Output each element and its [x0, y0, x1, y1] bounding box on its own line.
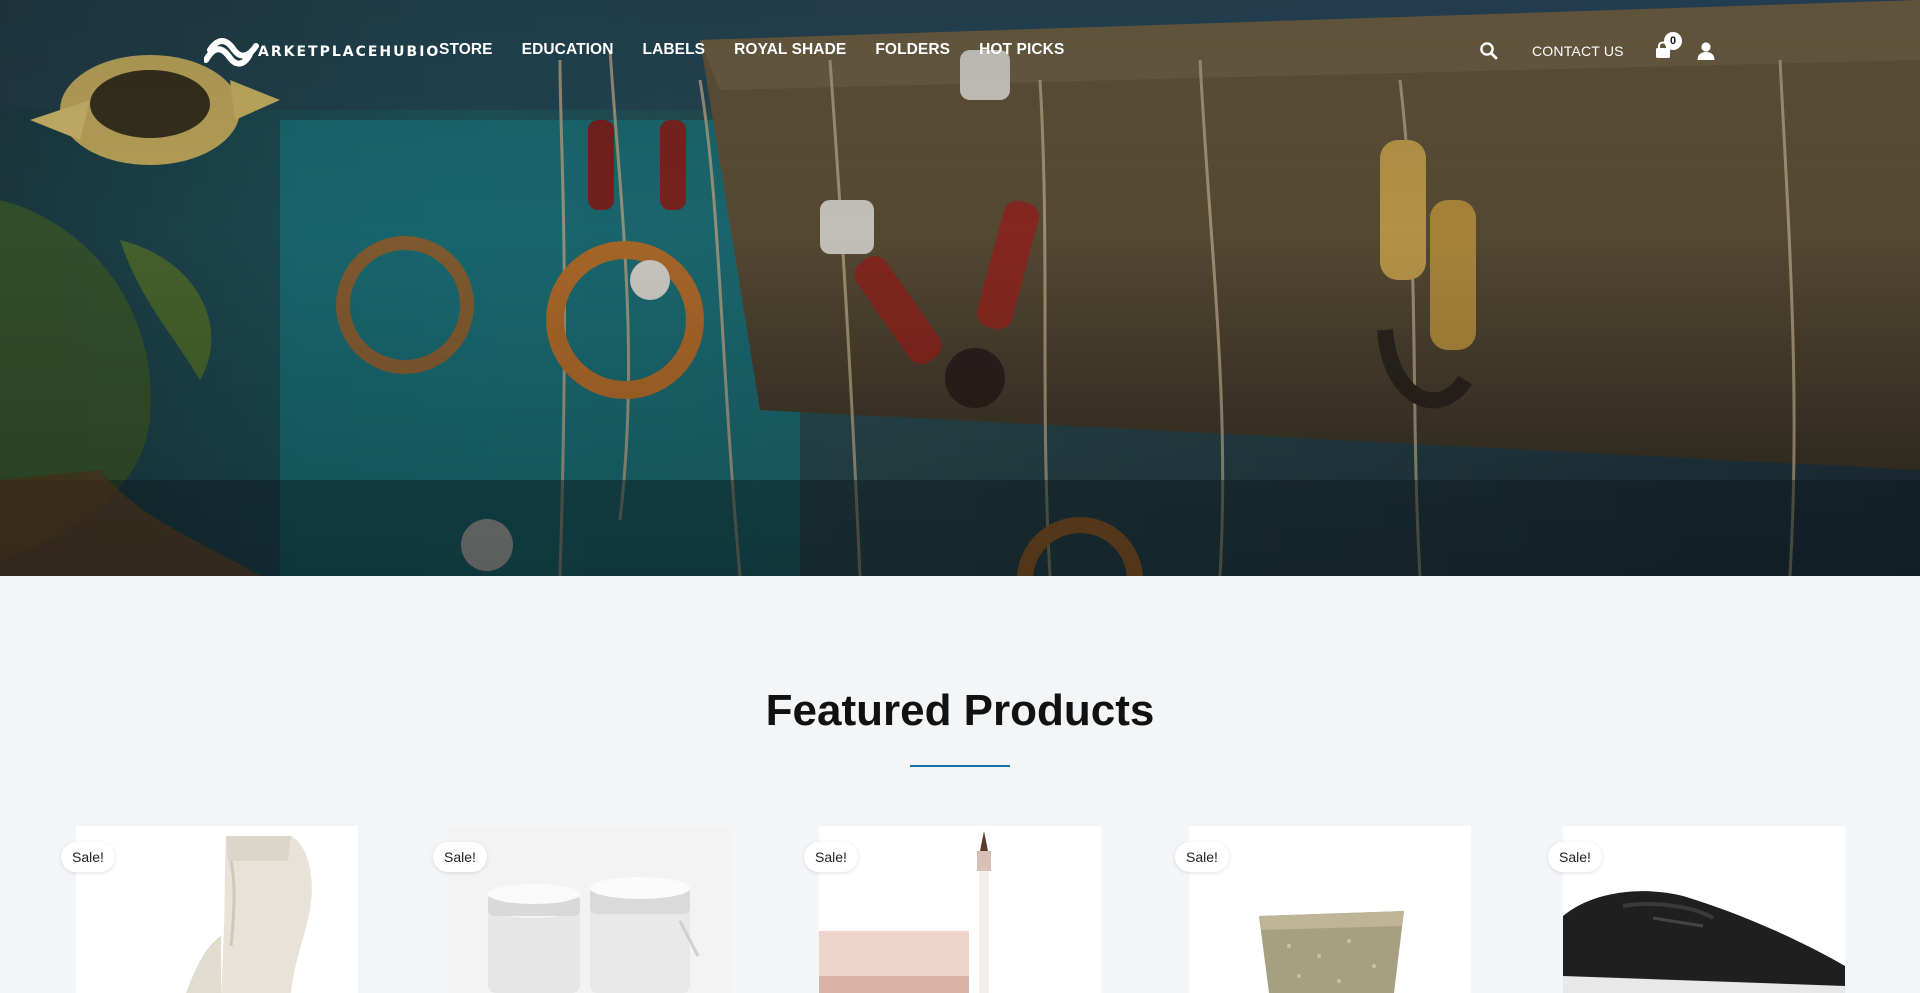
nav-item-labels[interactable]: LABELS: [643, 41, 706, 59]
nav-item-folders[interactable]: FOLDERS: [875, 41, 950, 59]
nav-item-royal-shade[interactable]: ROYAL SHADE: [734, 41, 846, 59]
product-card[interactable]: [819, 826, 1101, 993]
logo-wave-icon: [204, 38, 259, 67]
product-card[interactable]: [1189, 826, 1471, 993]
nav-item-education[interactable]: EDUCATION: [522, 41, 614, 59]
site-header: ARKETPLACEHUBIO STORE EDUCATION LABELS R…: [0, 0, 1920, 104]
product-card[interactable]: [448, 826, 730, 993]
nav-item-hot-picks[interactable]: HOT PICKS: [979, 41, 1064, 59]
product-image-black-loafer: [1563, 826, 1845, 993]
featured-products-title: Featured Products: [765, 686, 1155, 735]
product-image-cream-boot: [76, 826, 358, 993]
search-icon[interactable]: [1478, 40, 1500, 62]
sale-badge: Sale!: [61, 842, 115, 872]
main-nav: STORE EDUCATION LABELS ROYAL SHADE FOLDE…: [439, 41, 1093, 59]
user-icon[interactable]: [1695, 40, 1717, 62]
product-card[interactable]: [76, 826, 358, 993]
product-image-cosmetic-jars: [448, 826, 730, 993]
cart-count-badge: 0: [1664, 32, 1682, 50]
sale-badge: Sale!: [433, 842, 487, 872]
site-logo[interactable]: ARKETPLACEHUBIO: [204, 36, 440, 68]
product-image-glitter-heel: [1189, 826, 1471, 993]
product-image-pink-palette: [819, 826, 1101, 993]
title-underline: [910, 765, 1010, 767]
product-card[interactable]: [1563, 826, 1845, 993]
sale-badge: Sale!: [1175, 842, 1229, 872]
logo-text: ARKETPLACEHUBIO: [258, 44, 441, 60]
sale-badge: Sale!: [804, 842, 858, 872]
contact-us-link[interactable]: CONTACT US: [1532, 43, 1624, 59]
nav-item-store[interactable]: STORE: [439, 41, 493, 59]
sale-badge: Sale!: [1548, 842, 1602, 872]
